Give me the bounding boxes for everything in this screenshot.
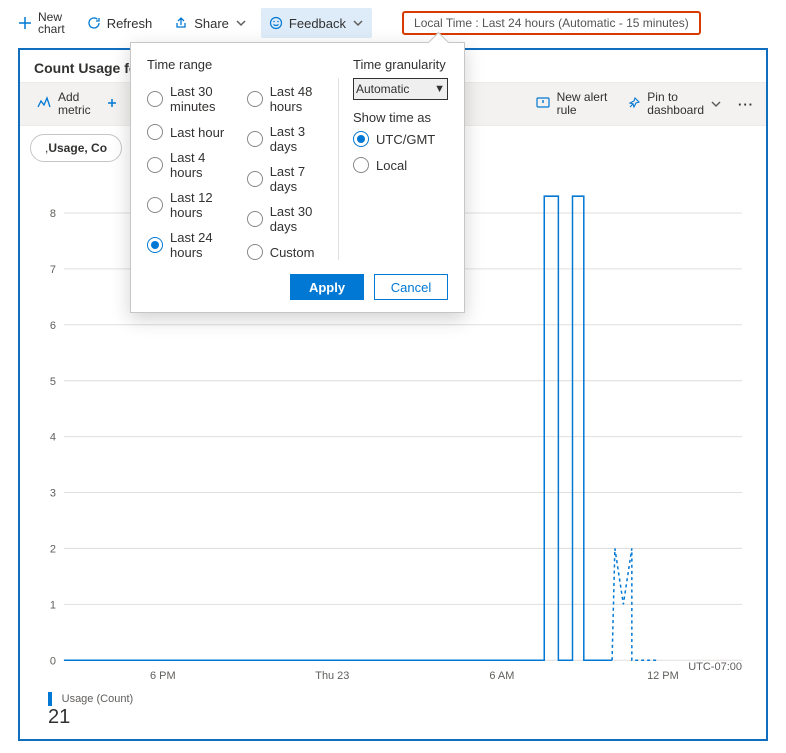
plus-sparkle-icon: [105, 96, 119, 113]
new-alert-rule-button[interactable]: New alert rule: [525, 83, 618, 125]
time-range-option[interactable]: Last 3 days: [247, 124, 328, 154]
apply-button[interactable]: Apply: [290, 274, 364, 300]
chevron-down-icon: [235, 17, 247, 29]
radio-icon: [247, 244, 263, 260]
time-range-popover: Time range Last 30 minutes Last hour Last …: [130, 42, 465, 313]
svg-text:6 PM: 6 PM: [150, 670, 176, 682]
svg-text:Thu 23: Thu 23: [315, 670, 349, 682]
show-time-option[interactable]: Local: [353, 157, 448, 173]
svg-text:1: 1: [50, 599, 56, 611]
chevron-down-icon: [352, 17, 364, 29]
caret-down-icon: ▼: [434, 83, 445, 95]
feedback-label: Feedback: [289, 16, 346, 31]
svg-text:3: 3: [50, 487, 56, 499]
radio-label: Custom: [270, 245, 315, 260]
radio-icon: [147, 124, 163, 140]
svg-text:5: 5: [50, 376, 56, 388]
svg-text:6: 6: [50, 320, 56, 332]
radio-label: Local: [376, 158, 407, 173]
radio-icon: [247, 211, 263, 227]
time-range-option[interactable]: Last 7 days: [247, 164, 328, 194]
time-range-option[interactable]: Last 4 hours: [147, 150, 239, 180]
radio-icon: [247, 171, 263, 187]
share-icon: [174, 16, 188, 30]
radio-icon: [353, 131, 369, 147]
time-range-pill[interactable]: Local Time : Last 24 hours (Automatic - …: [402, 11, 701, 35]
svg-text:4: 4: [50, 432, 56, 444]
radio-label: UTC/GMT: [376, 132, 435, 147]
svg-text:12 PM: 12 PM: [647, 670, 679, 682]
radio-label: Last 3 days: [270, 124, 328, 154]
legend-name: Usage (Count): [62, 693, 134, 705]
add-metric-button[interactable]: Add metric: [26, 83, 101, 125]
legend-swatch: [48, 692, 52, 706]
time-range-option[interactable]: Last 12 hours: [147, 190, 239, 220]
time-range-option[interactable]: Last 30 minutes: [147, 84, 239, 114]
svg-text:2: 2: [50, 543, 56, 555]
radio-label: Last 12 hours: [170, 190, 239, 220]
time-range-option[interactable]: Last 30 days: [247, 204, 328, 234]
svg-text:0: 0: [50, 655, 56, 667]
alert-icon: [535, 95, 551, 114]
sparkle-icon: [36, 95, 52, 114]
radio-icon: [147, 91, 163, 107]
time-range-option[interactable]: Last 48 hours: [247, 84, 328, 114]
radio-label: Last hour: [170, 125, 224, 140]
radio-label: Last 4 hours: [170, 150, 239, 180]
top-toolbar: New chart Refresh Share Feedback Local T…: [6, 6, 780, 40]
show-time-option[interactable]: UTC/GMT: [353, 131, 448, 147]
refresh-label: Refresh: [107, 16, 153, 31]
radio-label: Last 30 days: [270, 204, 328, 234]
radio-label: Last 7 days: [270, 164, 328, 194]
radio-icon: [147, 197, 163, 213]
share-button[interactable]: Share: [166, 8, 255, 38]
time-range-option[interactable]: Custom: [247, 244, 328, 260]
plus-icon: [18, 16, 32, 30]
timezone-label: UTC-07:00: [688, 661, 742, 673]
radio-icon: [147, 157, 163, 173]
new-chart-label: New chart: [38, 11, 65, 35]
chart-legend: Usage (Count) 21: [48, 690, 133, 729]
granularity-title: Time granularity: [353, 57, 448, 72]
share-label: Share: [194, 16, 229, 31]
cancel-button[interactable]: Cancel: [374, 274, 448, 300]
svg-text:7: 7: [50, 264, 56, 276]
time-range-title: Time range: [147, 57, 339, 72]
legend-value: 21: [48, 706, 133, 729]
time-range-option[interactable]: Last 24 hours: [147, 230, 239, 260]
refresh-button[interactable]: Refresh: [79, 8, 161, 38]
more-actions-button[interactable]: ···: [732, 83, 760, 125]
radio-label: Last 24 hours: [170, 230, 239, 260]
smile-icon: [269, 16, 283, 30]
time-range-option[interactable]: Last hour: [147, 124, 239, 140]
svg-text:8: 8: [50, 208, 56, 220]
add-metric-extra-button[interactable]: [101, 83, 123, 125]
refresh-icon: [87, 16, 101, 30]
metric-chip[interactable]: , Usage, Co: [30, 134, 122, 162]
pin-icon: [627, 96, 641, 113]
chevron-down-icon: [710, 98, 722, 110]
svg-text:6 AM: 6 AM: [489, 670, 514, 682]
granularity-select[interactable]: Automatic ▼: [353, 78, 448, 100]
radio-label: Last 48 hours: [270, 84, 328, 114]
new-chart-button[interactable]: New chart: [10, 8, 73, 38]
radio-icon: [247, 131, 263, 147]
pin-dashboard-button[interactable]: Pin to dashboard: [617, 83, 732, 125]
feedback-button[interactable]: Feedback: [261, 8, 372, 38]
radio-label: Last 30 minutes: [170, 84, 239, 114]
radio-icon: [147, 237, 163, 253]
radio-icon: [353, 157, 369, 173]
radio-icon: [247, 91, 263, 107]
show-time-as-title: Show time as: [353, 110, 448, 125]
